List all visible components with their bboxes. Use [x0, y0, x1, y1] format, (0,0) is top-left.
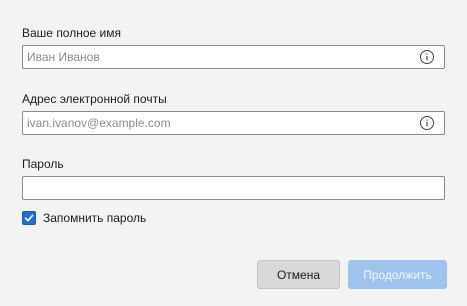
- full-name-input[interactable]: [23, 46, 413, 68]
- password-field-box: [22, 176, 445, 200]
- continue-button[interactable]: Продолжить: [348, 260, 447, 289]
- full-name-field-box: [22, 45, 445, 69]
- info-icon[interactable]: [419, 49, 435, 65]
- info-icon[interactable]: [419, 115, 435, 131]
- cancel-button[interactable]: Отмена: [257, 260, 340, 289]
- full-name-label: Ваше полное имя: [22, 26, 121, 40]
- email-label: Адрес электронной почты: [22, 92, 167, 106]
- email-input[interactable]: [23, 112, 413, 134]
- password-label: Пароль: [22, 157, 64, 171]
- checkmark-icon: [24, 214, 34, 222]
- password-input[interactable]: [23, 177, 442, 199]
- signup-form: Ваше полное имя Адрес электронной почты …: [0, 0, 467, 306]
- remember-password-label[interactable]: Запомнить пароль: [43, 211, 146, 225]
- remember-password-checkbox[interactable]: [22, 211, 36, 225]
- email-field-box: [22, 111, 445, 135]
